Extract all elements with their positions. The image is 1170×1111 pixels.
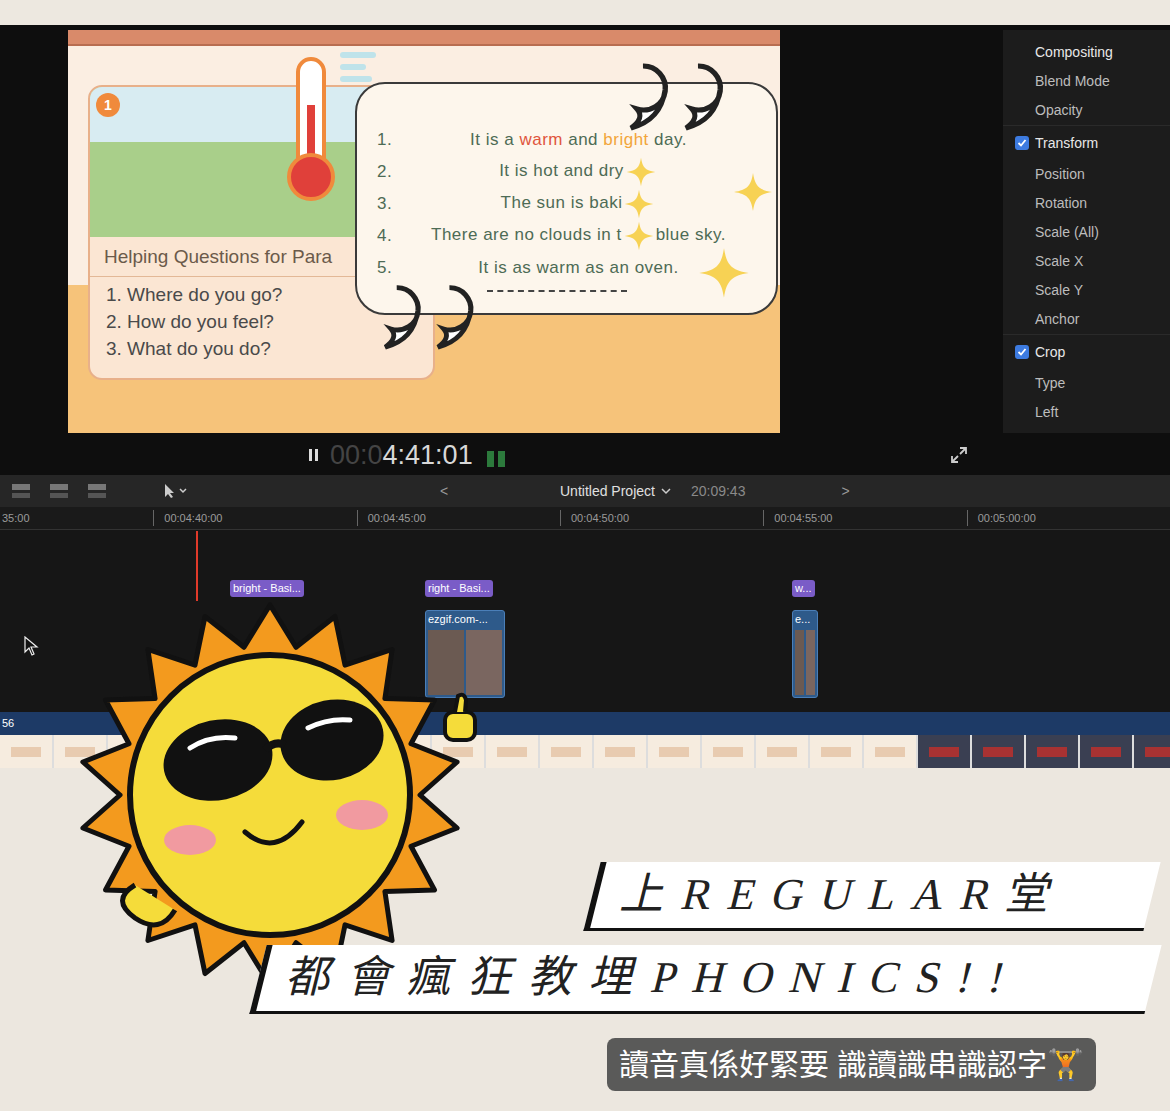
question: 3. What do you do? <box>106 335 417 362</box>
checkbox[interactable] <box>1015 345 1029 359</box>
fullscreen-icon[interactable] <box>950 446 968 464</box>
inspector-header[interactable]: Compositing <box>1003 38 1170 67</box>
quote-mark-icon <box>368 280 483 352</box>
sentence-part: It is as warm as an oven. <box>478 258 679 277</box>
inspector-row[interactable]: Opacity <box>1003 96 1170 125</box>
sentence-part: There are no clouds in t <box>431 225 622 244</box>
inspector-row[interactable]: Position <box>1003 160 1170 189</box>
sentence-part: bright <box>603 130 649 149</box>
video-clip[interactable]: e... <box>792 610 818 698</box>
sparkle-icon <box>624 221 654 251</box>
ruler-label: 00:05:00:00 <box>967 510 1170 527</box>
timeline-toolbar: < Untitled Project 20:09:43 > <box>0 475 1170 507</box>
chevron-down-icon[interactable] <box>661 487 671 495</box>
deco-lines <box>340 52 376 82</box>
next-button[interactable]: > <box>841 481 849 502</box>
inspector: CompositingBlend ModeOpacityTransformPos… <box>1003 25 1170 435</box>
project-title[interactable]: Untitled Project <box>560 481 655 502</box>
check-icon <box>1017 347 1027 357</box>
sentence: 4.There are no clouds in tblue sky. <box>357 220 756 252</box>
cursor-icon <box>24 636 40 656</box>
sentence-part: day. <box>649 130 687 149</box>
text-sticker[interactable]: 都會瘋狂教埋PHONICS!! <box>249 945 1161 1014</box>
ruler-label: 00:04:55:00 <box>763 510 966 527</box>
thermometer-icon <box>286 55 336 205</box>
inspector-row[interactable]: Scale Y <box>1003 276 1170 305</box>
clip-mode-icon[interactable] <box>86 482 108 500</box>
sparkle-icon <box>624 189 654 219</box>
screen: 1Helping Questions for Para1. Where do y… <box>0 0 1170 1111</box>
inspector-section[interactable]: Transform <box>1003 125 1170 160</box>
inspector-section[interactable]: Crop <box>1003 334 1170 369</box>
sparkle-icon <box>698 245 750 301</box>
check-icon <box>1017 138 1027 148</box>
sentence-part: blue sky. <box>656 225 726 244</box>
ruler: 35:0000:04:40:0000:04:45:0000:04:50:0000… <box>0 507 1170 530</box>
inspector-row[interactable]: Left <box>1003 398 1170 427</box>
inspector-row[interactable]: Type <box>1003 369 1170 398</box>
title-clip[interactable]: w... <box>792 580 815 597</box>
sentence-part: warm <box>519 130 563 149</box>
sentence-part: It is hot and dry <box>499 161 624 180</box>
slide: 1Helping Questions for Para1. Where do y… <box>68 30 780 433</box>
title-clip[interactable]: right - Basi... <box>425 580 493 597</box>
clip-mode-icon[interactable] <box>10 482 32 500</box>
quote-mark-icon <box>613 58 733 133</box>
sentence: 1.It is a warm and bright day. <box>357 124 756 156</box>
caption: 讀音真係好緊要 識讀識串識認字🏋️ <box>607 1038 1096 1091</box>
timecode: 00:04:41:01 <box>330 435 473 476</box>
sun-sticker-icon[interactable] <box>40 600 490 990</box>
sentence-part: It is a <box>470 130 519 149</box>
video-clip[interactable]: ezgif.com-... <box>425 610 505 698</box>
checkbox[interactable] <box>1015 136 1029 150</box>
playback-bar: 00:04:41:01 <box>0 435 1170 475</box>
ruler-label: 00:04:45:00 <box>357 510 560 527</box>
brick-band <box>68 30 780 46</box>
inspector-row[interactable]: Blend Mode <box>1003 67 1170 96</box>
sentence: 3.The sun is baki <box>357 188 756 220</box>
speech-bubble: 1.It is a warm and bright day.2.It is ho… <box>355 82 778 315</box>
text-sticker[interactable]: 上REGULAR堂 <box>583 862 1160 931</box>
playhead[interactable] <box>196 531 198 601</box>
sentence: 2.It is hot and dry <box>357 156 756 188</box>
title-clip[interactable]: bright - Basi... <box>230 580 304 597</box>
sentence: 5.It is as warm as an oven. <box>357 252 756 284</box>
viewer: 1Helping Questions for Para1. Where do y… <box>68 25 1003 435</box>
pause-icon[interactable] <box>308 448 320 462</box>
ruler-label: 00:04:50:00 <box>560 510 763 527</box>
sentence-part: and <box>563 130 603 149</box>
sparkle-icon <box>626 157 656 187</box>
inspector-row[interactable]: Anchor <box>1003 305 1170 334</box>
top-strip <box>0 0 1170 25</box>
ruler-label: 00:04:40:00 <box>153 510 356 527</box>
inspector-row[interactable]: Rotation <box>1003 189 1170 218</box>
ruler-label: 35:00 <box>0 510 153 527</box>
previous-button[interactable]: < <box>440 481 460 502</box>
select-tool-icon[interactable] <box>162 483 190 499</box>
inspector-row[interactable]: Scale (All) <box>1003 218 1170 247</box>
inspector-row[interactable]: Scale X <box>1003 247 1170 276</box>
sparkle-icon <box>733 170 773 214</box>
clip-mode-icon[interactable] <box>48 482 70 500</box>
badge: 1 <box>96 93 120 117</box>
sentence-part: The sun is baki <box>501 193 623 212</box>
project-duration: 20:09:43 <box>691 481 746 502</box>
audio-meter <box>487 443 505 467</box>
